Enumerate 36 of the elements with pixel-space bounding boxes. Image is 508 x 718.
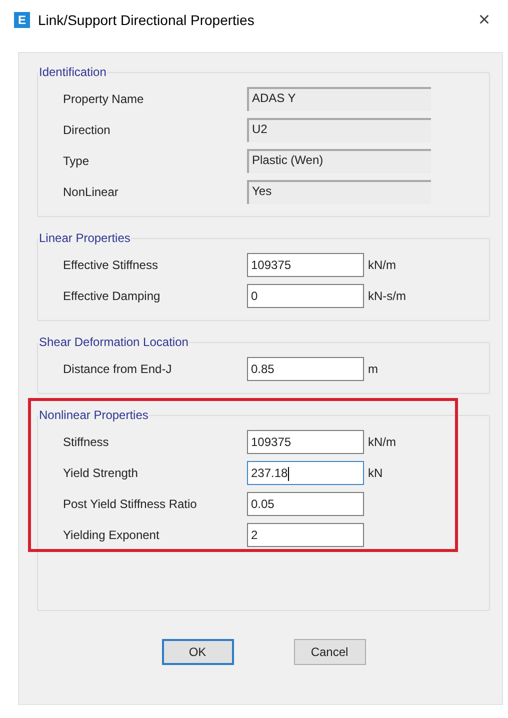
unit-label: m <box>368 361 378 378</box>
field-label: Type <box>63 153 90 170</box>
group-title: Shear Deformation Location <box>38 334 190 351</box>
field-label: Yield Strength <box>63 465 139 482</box>
field-label: Yielding Exponent <box>63 527 160 544</box>
app-logo: E <box>14 12 30 28</box>
readonly-field[interactable]: U2 <box>247 118 431 142</box>
window-title: Link/Support Directional Properties <box>38 10 254 30</box>
close-button[interactable]: × <box>474 10 494 30</box>
field-label: Distance from End-J <box>63 361 173 378</box>
group-title: Linear Properties <box>38 230 132 247</box>
unit-label: kN <box>368 465 383 482</box>
field-label: Effective Stiffness <box>63 257 159 274</box>
input-field[interactable]: 237.18 <box>247 461 364 485</box>
field-label: NonLinear <box>63 184 120 201</box>
field-label: Post Yield Stiffness Ratio <box>63 496 198 513</box>
field-label: Stiffness <box>63 434 110 451</box>
unit-label: kN/m <box>368 434 396 451</box>
unit-label: kN/m <box>368 257 396 274</box>
input-field[interactable]: 2 <box>247 523 364 547</box>
unit-label: kN-s/m <box>368 288 406 305</box>
input-field[interactable]: 0.05 <box>247 492 364 516</box>
group-title: Nonlinear Properties <box>38 407 150 424</box>
readonly-field[interactable]: Plastic (Wen) <box>247 149 431 173</box>
dialog-button[interactable]: Cancel <box>294 639 366 665</box>
group-title: Identification <box>38 64 108 81</box>
input-field[interactable]: 0.85 <box>247 357 364 381</box>
readonly-field[interactable]: Yes <box>247 180 431 204</box>
field-label: Property Name <box>63 91 145 108</box>
input-field[interactable]: 109375 <box>247 430 364 454</box>
field-label: Direction <box>63 122 112 139</box>
field-label: Effective Damping <box>63 288 162 305</box>
dialog-button[interactable]: OK <box>162 639 234 665</box>
input-field[interactable]: 109375 <box>247 253 364 277</box>
input-field[interactable]: 0 <box>247 284 364 308</box>
readonly-field[interactable]: ADAS Y <box>247 87 431 111</box>
